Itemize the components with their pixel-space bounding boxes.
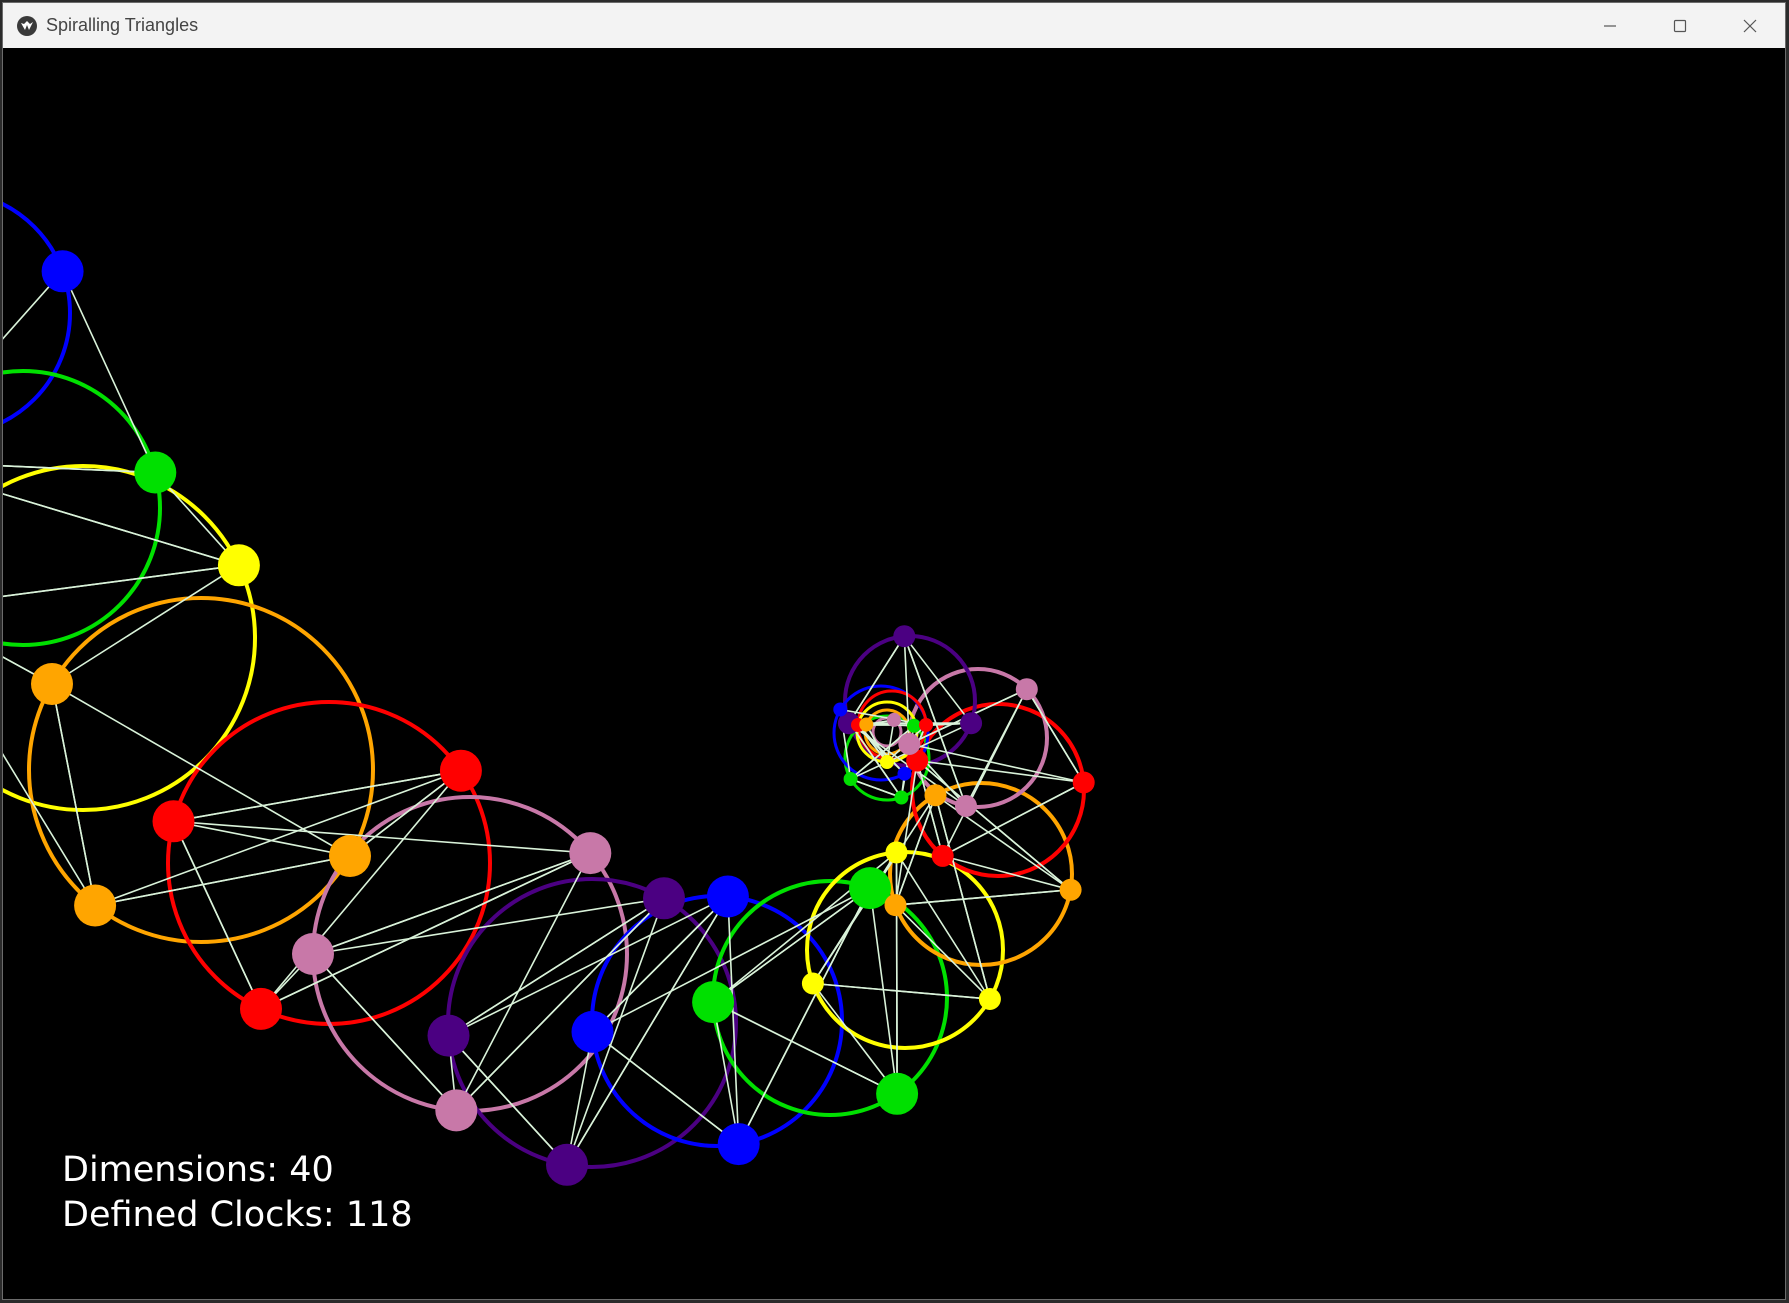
clock-hand-dot	[887, 712, 901, 727]
minimize-icon	[1604, 24, 1616, 27]
clock-hand-dot	[292, 933, 334, 975]
clock-hand-dot	[849, 867, 891, 910]
clock-hand-dot	[978, 988, 1001, 1010]
clock-hand-dot	[329, 835, 371, 877]
clock-hand-dot	[843, 772, 858, 786]
clock-hand-dot	[427, 1014, 470, 1057]
spiral-clocks-drawing	[3, 201, 1095, 1186]
clock-circle	[3, 464, 257, 812]
clock-hand-dot	[859, 717, 874, 732]
window-title: Spiralling Triangles	[46, 15, 199, 35]
kivy-logo-icon	[16, 15, 38, 37]
clock-hand-dot	[31, 663, 73, 705]
clock-hand-dot	[897, 766, 912, 781]
clock-hand-dot	[898, 733, 921, 755]
clock-hand-dot	[893, 625, 916, 648]
triangle-line	[3, 493, 240, 598]
clock-hand-dot	[217, 544, 260, 587]
clock-hand-dot	[833, 702, 848, 717]
clock-hand-dot	[152, 800, 195, 843]
clock-hand-dot	[876, 1072, 919, 1115]
clock-hand-dot	[1059, 878, 1082, 901]
clock-hand-dot	[907, 718, 921, 733]
minimize-button[interactable]	[1575, 3, 1645, 48]
clock-hand-dot	[41, 250, 84, 293]
triangle-line	[3, 564, 240, 685]
drawing-canvas[interactable]: Dimensions: 40 Defined Clocks: 118	[3, 48, 1785, 1299]
triangle-line	[172, 820, 594, 1010]
triangle-line	[915, 758, 1072, 891]
clock-hand-dot	[880, 755, 894, 769]
clock-hand-dot	[955, 795, 977, 817]
clock-hand-dot	[439, 749, 482, 792]
clock-hand-dot	[1015, 678, 1038, 701]
triangle-line	[447, 896, 666, 1167]
close-icon	[1743, 19, 1757, 32]
triangle-line	[811, 850, 992, 1000]
clock-hand-dot	[546, 1143, 588, 1186]
clock-hand-dot	[931, 844, 954, 867]
clock-hand-dot	[894, 790, 909, 805]
stats-overlay: Dimensions: 40 Defined Clocks: 118	[62, 1148, 413, 1238]
triangle-line	[3, 656, 96, 906]
clock-hand-dot	[1072, 771, 1095, 794]
triangle-line	[260, 852, 591, 1010]
clock-circle	[805, 850, 1005, 1050]
close-button[interactable]	[1715, 3, 1785, 48]
clock-circle	[3, 201, 72, 425]
maximize-button[interactable]	[1645, 3, 1715, 48]
triangle-line	[94, 769, 462, 907]
title-bar[interactable]: Spiralling Triangles	[3, 3, 1785, 48]
dimensions-label: Dimensions: 40	[62, 1150, 334, 1190]
triangle-lines	[3, 269, 1087, 1167]
clock-circle	[166, 700, 492, 1026]
clock-hand-dot	[884, 894, 907, 917]
clock-hand-dot	[74, 884, 117, 927]
clock-hand-dot	[571, 1010, 614, 1053]
clock-hand-dot	[885, 841, 908, 864]
clock-hand-dot	[134, 451, 177, 494]
clock-hand-dot	[960, 712, 983, 735]
window-controls	[1575, 3, 1785, 48]
clock-hand-dot	[919, 718, 933, 732]
clock-hand-dot	[692, 981, 735, 1024]
triangle-line	[50, 682, 353, 907]
app-window: Spiralling Triangles Dimensions: 40 Defi…	[2, 2, 1786, 1300]
clock-hand-dot	[240, 987, 282, 1030]
clock-hand-dot	[801, 972, 824, 995]
clock-hand-dot	[924, 784, 947, 807]
clock-hand-dot	[706, 875, 749, 918]
maximize-icon	[1673, 19, 1687, 32]
defined-clocks-label: Defined Clocks: 118	[62, 1195, 413, 1235]
clock-hand-dot	[717, 1123, 760, 1166]
clock-hand-dot	[643, 877, 685, 920]
clock-hand-dot	[569, 832, 612, 875]
clock-hand-dot	[435, 1089, 478, 1132]
clock-circle	[3, 369, 162, 647]
